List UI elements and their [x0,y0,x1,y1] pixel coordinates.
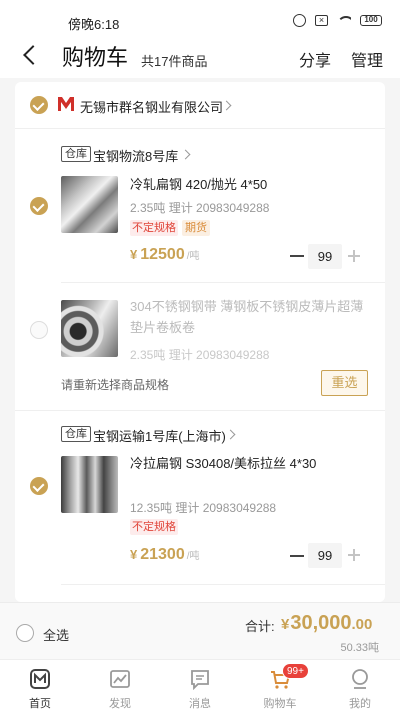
product-name[interactable]: 冷轧扁钢 420/抛光 4*50 [130,174,267,195]
price-currency: ¥ [130,547,138,562]
product-price: ¥21300/吨 [130,546,200,564]
qty-input[interactable]: 99 [308,543,342,568]
product-checkbox-disabled [30,321,48,339]
alarm-icon [293,14,306,27]
tab-bar: 首页 发现 消息 99+ 购物车 我的 [0,659,400,711]
product-price: ¥12500/吨 [130,246,200,264]
header: 购物车 共17件商品 分享 管理 [0,34,400,78]
item-count: 共17件商品 [141,54,208,69]
qty-minus-button[interactable] [290,555,304,557]
divider [15,128,385,129]
price-currency: ¥ [130,247,138,262]
warehouse-tag: 仓库 [61,146,91,162]
divider [61,282,385,283]
sim-off-icon: × [315,15,328,26]
tab-label: 消息 [189,698,211,710]
select-all-checkbox[interactable] [16,624,34,642]
shop-checkbox[interactable] [30,96,48,114]
reselect-button[interactable]: 重选 [321,370,368,396]
qty-plus-button[interactable] [348,549,360,561]
profile-icon [352,669,368,689]
spec-tag: 不定规格 [130,220,178,236]
cart-badge: 99+ [282,663,309,679]
total-integer: 30,000 [290,612,352,634]
qty-plus-button[interactable] [348,250,360,262]
tab-label: 首页 [29,698,51,710]
product-meta: 2.35吨 理计 20983049288 [130,348,270,362]
total-weight: 50.33吨 [340,642,379,654]
total-currency: ¥ [281,616,290,633]
share-button[interactable]: 分享 [299,47,331,71]
wifi-icon [337,15,351,26]
tab-messages[interactable]: 消息 [160,660,240,711]
qty-minus-button[interactable] [290,255,304,257]
product-image[interactable] [61,456,118,513]
status-time: 傍晚6:18 [68,17,120,32]
select-all-label[interactable]: 全选 [43,625,69,644]
shop-chevron-icon[interactable] [221,100,232,111]
shop-logo-icon [58,97,74,111]
price-unit: /吨 [186,551,200,562]
product-image[interactable] [61,176,118,233]
product-name[interactable]: 304不锈钢钢带 薄钢板不锈钢皮薄片超薄垫片卷板卷 [130,296,370,338]
cart-card: 无锡市群名钢业有限公司 仓库 宝钢物流8号库 冷轧扁钢 420/抛光 4*50 … [15,82,385,602]
page-title: 购物车 [62,45,129,70]
status-icons: × 100 [293,14,382,27]
divider [15,410,385,411]
total-decimal: .00 [351,616,373,633]
product-checkbox[interactable] [30,477,48,495]
tab-label: 我的 [349,698,371,710]
futures-tag: 期货 [182,220,210,236]
reselect-hint: 请重新选择商品规格 [61,378,170,392]
product-meta: 12.35吨 理计 20983049288 [130,501,277,515]
shop-name[interactable]: 无锡市群名钢业有限公司 [80,97,223,116]
product-name[interactable]: 冷拉扁钢 S30408/美标拉丝 4*30 [130,453,316,474]
back-icon[interactable] [18,42,44,68]
status-bar: 傍晚6:18 × 100 [0,0,400,34]
divider [61,584,385,585]
message-icon [191,670,209,690]
home-icon [30,669,50,689]
tab-label: 发现 [109,698,131,710]
qty-input[interactable]: 99 [308,244,342,269]
checkout-bar: 全选 合计: ¥30,000.00 50.33吨 [0,602,400,659]
price-unit: /吨 [186,251,200,262]
tab-cart[interactable]: 99+ 购物车 [240,660,320,711]
manage-button[interactable]: 管理 [351,47,383,71]
warehouse-tag: 仓库 [61,426,91,442]
price-amount: 21300 [140,546,185,563]
tab-home[interactable]: 首页 [0,660,80,711]
warehouse-name[interactable]: 宝钢物流8号库 [93,146,178,165]
product-image[interactable] [61,300,118,357]
battery-icon: 100 [360,15,382,26]
tab-discover[interactable]: 发现 [80,660,160,711]
tab-profile[interactable]: 我的 [320,660,400,711]
spec-tag: 不定规格 [130,519,178,535]
discover-icon [110,670,130,688]
total-price: ¥30,000.00 [281,612,372,635]
product-checkbox[interactable] [30,197,48,215]
price-amount: 12500 [140,246,185,263]
product-meta: 2.35吨 理计 20983049288 [130,201,270,215]
warehouse-chevron-icon[interactable] [225,429,236,440]
warehouse-name[interactable]: 宝钢运输1号库(上海市) [93,426,226,445]
tab-label: 购物车 [263,698,297,710]
total-label: 合计: [245,619,275,634]
warehouse-chevron-icon[interactable] [180,149,191,160]
